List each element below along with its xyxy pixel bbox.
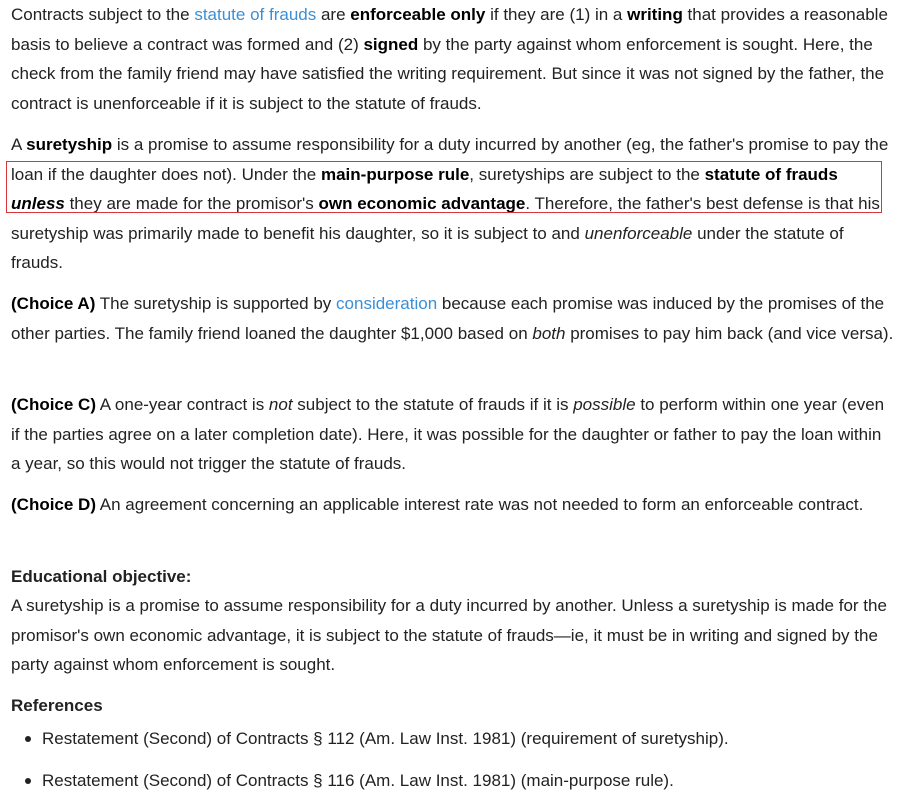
bold-own-economic-advantage: own economic advantage [318, 194, 526, 213]
italic-both: both [532, 323, 566, 343]
bold-statute-of-frauds: statute of frauds [704, 164, 838, 184]
bullet-icon [25, 778, 31, 784]
text-run: subject to the statute of frauds if it i… [292, 395, 574, 414]
choice-d-paragraph: (Choice D) An agreement concerning an ap… [11, 490, 895, 520]
bold-suretyship: suretyship [26, 135, 113, 154]
text-run: Contracts subject to the [11, 5, 195, 24]
statute-of-frauds-link[interactable]: statute of frauds [194, 5, 316, 24]
references-list: Restatement (Second) of Contracts § 112 … [11, 724, 895, 808]
choice-c-label: (Choice C) [11, 395, 96, 414]
educational-objective-body: A suretyship is a promise to assume resp… [11, 596, 887, 674]
choice-a-label: (Choice A) [11, 294, 96, 313]
reference-item: Restatement (Second) of Contracts § 112 … [11, 724, 895, 766]
text-run: are [316, 5, 351, 24]
reference-text: Restatement (Second) of Contracts § 112 … [42, 729, 729, 748]
text-run: , suretyships are subject to the [469, 164, 705, 184]
bullet-icon [25, 736, 31, 742]
bold-main-purpose-rule: main-purpose rule [320, 164, 470, 184]
text-run: A one-year contract is [96, 395, 269, 414]
bold-enforceable-only: enforceable only [350, 5, 486, 24]
educational-objective-title: Educational objective: [11, 567, 192, 586]
text-run: A [11, 135, 27, 154]
text-run: if they are (1) in a [485, 5, 628, 24]
italic-possible: possible [573, 395, 636, 414]
choice-a-paragraph: (Choice A) The suretyship is supported b… [11, 289, 895, 348]
consideration-link[interactable]: consideration [336, 294, 437, 313]
suretyship-paragraph: A suretyship is a promise to assume resp… [11, 130, 895, 278]
bold-signed: signed [363, 34, 419, 54]
bold-writing: writing [627, 5, 683, 24]
statute-of-frauds-paragraph: Contracts subject to the statute of frau… [11, 0, 895, 118]
choice-d-label: (Choice D) [11, 495, 96, 514]
text-run: The suretyship is supported by [95, 294, 337, 313]
reference-text: Restatement (Second) of Contracts § 116 … [42, 771, 674, 790]
italic-not: not [268, 395, 293, 414]
bold-italic-unless: unless [11, 194, 65, 213]
text-run: An agreement concerning an applicable in… [96, 495, 864, 514]
text-run: promises to pay him back (and vice versa… [565, 323, 894, 343]
references-title: References [11, 696, 103, 715]
text-run: they are made for the promisor's [64, 194, 319, 213]
choice-c-paragraph: (Choice C) A one-year contract is not su… [11, 390, 895, 479]
reference-item: Restatement (Second) of Contracts § 116 … [11, 766, 895, 808]
italic-unenforceable: unenforceable [584, 223, 693, 243]
